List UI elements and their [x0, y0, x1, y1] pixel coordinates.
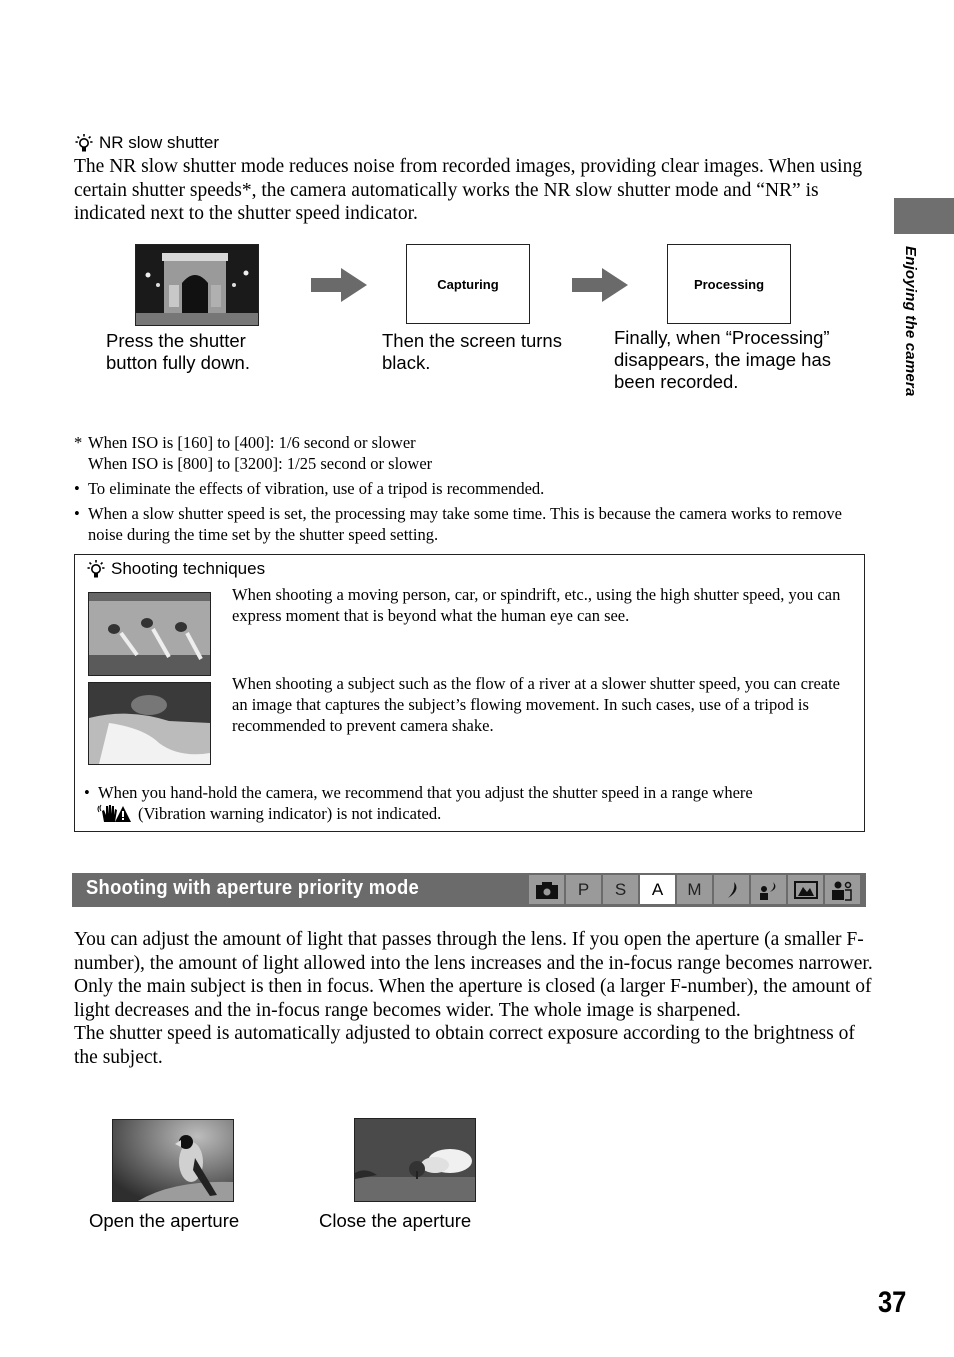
step-1-caption: Press the shutter button fully down.: [106, 330, 250, 373]
processing-screen: Processing: [667, 244, 791, 324]
aperture-paragraph-2: The shutter speed is automatically adjus…: [74, 1023, 855, 1068]
shooting-mode-indicators: P S A M: [529, 875, 860, 904]
chapter-tab-marker: [894, 198, 954, 234]
mode-landscape: [788, 875, 823, 904]
mode-p: P: [566, 875, 601, 904]
nr-description: The NR slow shutter mode reduces noise f…: [74, 156, 863, 224]
bullet-mark: •: [74, 504, 80, 523]
sprinters-graphic: [89, 593, 210, 675]
arrow-right-icon: [572, 268, 628, 302]
twilight-moon-icon: [727, 881, 736, 898]
bird-photo: [112, 1119, 234, 1202]
arrow-right-icon: [311, 268, 367, 302]
river-graphic: [89, 683, 210, 764]
hand-hold-bullet: • When you hand-hold the camera, we reco…: [84, 782, 854, 824]
bullet-mark: •: [84, 783, 90, 802]
twilight-portrait-icon: [759, 881, 775, 900]
step-3-caption: Finally, when “Processing” disappears, t…: [614, 327, 831, 392]
bullet-mark: •: [74, 479, 80, 498]
mode-a-active: A: [640, 875, 675, 904]
hand-hold-bullet-line-2: (Vibration warning indicator) is not ind…: [84, 803, 854, 824]
chapter-label: Enjoying the camera: [902, 246, 919, 397]
section-title: Shooting with aperture priority mode: [86, 877, 419, 899]
sprinters-photo: [88, 592, 211, 676]
bullet-item: • To eliminate the effects of vibration,…: [74, 479, 545, 498]
nr-slow-shutter-heading: NR slow shutter: [74, 133, 219, 153]
shooting-techniques-heading: Shooting techniques: [86, 559, 265, 579]
soft-snap-icon: [831, 881, 852, 901]
footnote-line: When ISO is [160] to [400]: 1/6 second o…: [88, 433, 416, 452]
tree-field-photo: [354, 1118, 476, 1202]
arc-photo-graphic: [136, 245, 258, 325]
field-graphic: [355, 1119, 475, 1201]
hint-bulb-icon: [87, 560, 105, 578]
close-aperture-caption: Close the aperture: [319, 1210, 472, 1231]
footnote-line: When ISO is [800] to [3200]: 1/25 second…: [88, 454, 433, 473]
mode-auto: [529, 875, 564, 904]
mode-m: M: [677, 875, 712, 904]
landscape-icon: [793, 880, 818, 899]
hand-hold-bullet-row: • When you hand-hold the camera, we reco…: [84, 783, 753, 802]
open-aperture-caption: Open the aperture: [89, 1210, 240, 1231]
mode-s: S: [603, 875, 638, 904]
arc-de-triomphe-night-photo: [135, 244, 259, 326]
high-shutter-speed-tip: When shooting a moving person, car, or s…: [232, 585, 841, 625]
camera-auto-icon: [535, 881, 558, 899]
river-waterfall-photo: [88, 682, 211, 765]
step-2-caption: Then the screen turns black.: [382, 330, 562, 373]
capturing-screen: Capturing: [406, 244, 530, 324]
footnote-lines: When ISO is [160] to [400]: 1/6 second o…: [88, 432, 432, 474]
vibration-warning-icon: [97, 804, 131, 822]
mode-soft-snap: [825, 875, 860, 904]
bullet-item: • When a slow shutter speed is set, the …: [74, 504, 842, 544]
aperture-paragraph-1: You can adjust the amount of light that …: [74, 929, 873, 1021]
aperture-description: You can adjust the amount of light that …: [74, 928, 874, 1069]
hint-bulb-icon: [75, 134, 93, 152]
footnote: * When ISO is [160] to [400]: 1/6 second…: [74, 432, 433, 474]
bird-graphic: [113, 1120, 233, 1201]
slow-shutter-speed-tip: When shooting a subject such as the flow…: [232, 674, 840, 735]
page-number: 37: [878, 1286, 907, 1319]
mode-twilight: [714, 875, 749, 904]
mode-twilight-portrait: [751, 875, 786, 904]
nr-notes: * When ISO is [160] to [400]: 1/6 second…: [74, 432, 874, 545]
